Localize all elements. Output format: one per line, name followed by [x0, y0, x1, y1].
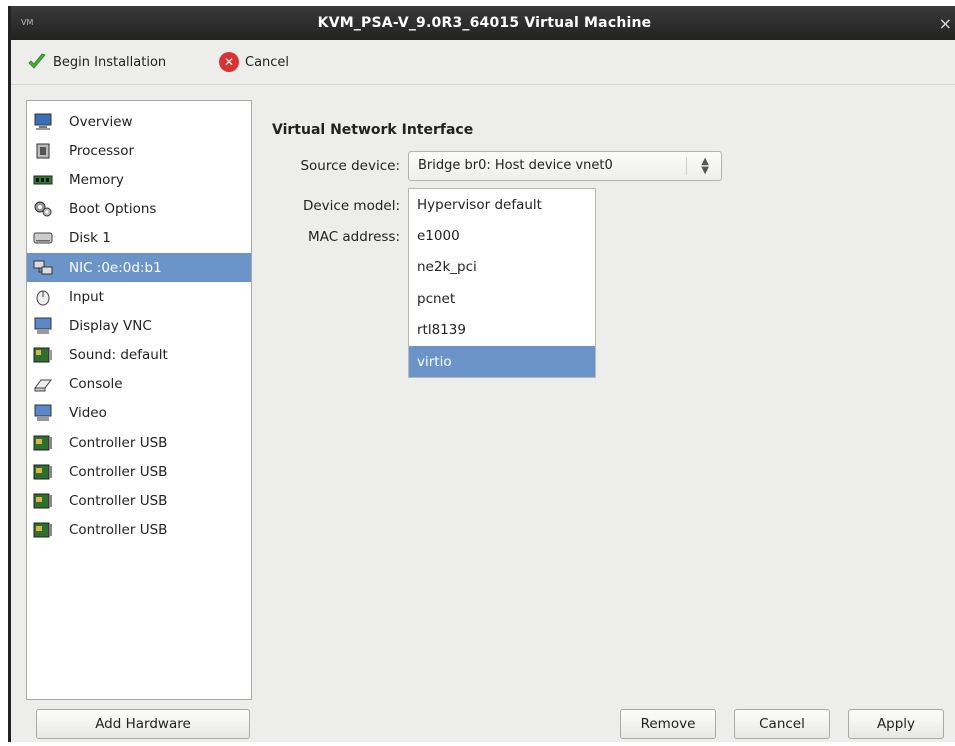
sidebar-item-label: Controller USB [69, 434, 168, 451]
video-icon [33, 404, 53, 422]
sidebar-item-label: Disk 1 [69, 230, 111, 247]
combo-separator [686, 157, 687, 175]
sidebar-item-label: Controller USB [69, 493, 168, 510]
device-model-dropdown: Hypervisor default e1000 ne2k_pci pcnet rtl8… [408, 188, 596, 378]
sidebar-item[interactable]: Video [27, 399, 251, 428]
memory-icon [33, 171, 53, 189]
sidebar-item-label: Console [69, 376, 123, 393]
sidebar-item-label: Boot Options [69, 201, 157, 218]
sidebar-item[interactable]: Input [27, 282, 251, 311]
sidebar-item[interactable]: Overview [27, 107, 251, 136]
sidebar-item[interactable]: Controller USB [27, 486, 251, 515]
cancel-button[interactable]: Cancel [734, 709, 830, 739]
sidebar-item[interactable]: Sound: default [27, 341, 251, 370]
sidebar-item-label: Sound: default [69, 347, 168, 364]
apply-button[interactable]: Apply [848, 709, 944, 739]
sidebar-item-label: Display VNC [69, 317, 152, 334]
sidebar-item[interactable]: NIC :0e:0d:b1 [27, 252, 251, 283]
sidebar-item-label: Controller USB [69, 463, 168, 480]
display-icon [33, 317, 53, 335]
sidebar-item[interactable]: Display VNC [27, 311, 251, 340]
device-model-option[interactable]: Hypervisor default [409, 189, 595, 220]
source-device-select[interactable]: Bridge br0: Host device vnet0 ▲ ▼ [408, 151, 722, 181]
sidebar-item[interactable]: Controller USB [27, 428, 251, 457]
check-icon [28, 53, 46, 69]
mouse-icon [33, 288, 53, 306]
controller-card-icon [33, 463, 53, 481]
device-model-option[interactable]: e1000 [409, 220, 595, 251]
add-hardware-button[interactable]: Add Hardware [36, 709, 250, 739]
mac-address-label: MAC address: [308, 229, 400, 245]
cancel-x-icon: ✕ [219, 52, 239, 72]
hardware-list: Overview Processor Memory Boot Options Disk … [26, 100, 252, 700]
network-icon [33, 259, 53, 277]
title-bar: VM KVM_PSA-V_9.0R3_64015 Virtual Machine… [11, 6, 955, 40]
disk-icon [33, 229, 53, 247]
toolbar: Begin Installation ✕ Cancel [11, 40, 955, 85]
sound-card-icon [33, 346, 53, 364]
toolbar-cancel-button[interactable]: ✕ Cancel [219, 50, 289, 74]
controller-card-icon [33, 434, 53, 452]
sidebar-item[interactable]: Processor [27, 136, 251, 165]
section-title: Virtual Network Interface [272, 122, 474, 138]
begin-installation-button[interactable]: Begin Installation [27, 50, 166, 74]
sidebar-item[interactable]: Console [27, 370, 251, 399]
window-title: KVM_PSA-V_9.0R3_64015 Virtual Machine [317, 15, 652, 31]
controller-card-icon [33, 492, 53, 510]
sidebar-item[interactable]: Controller USB [27, 516, 251, 545]
gears-icon [33, 200, 53, 218]
sidebar-item[interactable]: Controller USB [27, 457, 251, 486]
controller-card-icon [33, 521, 53, 539]
sidebar-item[interactable]: Boot Options [27, 195, 251, 224]
device-model-option[interactable]: rtl8139 [409, 315, 595, 346]
device-model-label: Device model: [302, 198, 400, 214]
sidebar-item-label: NIC :0e:0d:b1 [69, 259, 162, 276]
sidebar-item[interactable]: Disk 1 [27, 224, 251, 253]
console-icon [33, 375, 53, 393]
cpu-icon [33, 142, 53, 160]
source-device-value: Bridge br0: Host device vnet0 [418, 158, 613, 173]
remove-button[interactable]: Remove [620, 709, 716, 739]
device-model-option[interactable]: virtio [409, 345, 595, 378]
source-device-label: Source device: [300, 158, 400, 174]
begin-installation-label: Begin Installation [53, 54, 167, 70]
sidebar-item[interactable]: Memory [27, 165, 251, 194]
sidebar-item-label: Input [69, 288, 104, 305]
updown-arrows-icon: ▲ ▼ [701, 156, 709, 176]
device-model-option[interactable]: pcnet [409, 283, 595, 314]
sidebar-item-label: Overview [69, 113, 133, 130]
toolbar-cancel-label: Cancel [245, 54, 290, 70]
sidebar-item-label: Controller USB [69, 522, 168, 539]
sidebar-item-label: Video [69, 405, 107, 422]
monitor-icon [33, 113, 53, 131]
device-model-option[interactable]: ne2k_pci [409, 252, 595, 283]
close-icon[interactable]: × [939, 14, 952, 33]
sidebar-item-label: Memory [69, 171, 124, 188]
sidebar-item-label: Processor [69, 142, 135, 159]
